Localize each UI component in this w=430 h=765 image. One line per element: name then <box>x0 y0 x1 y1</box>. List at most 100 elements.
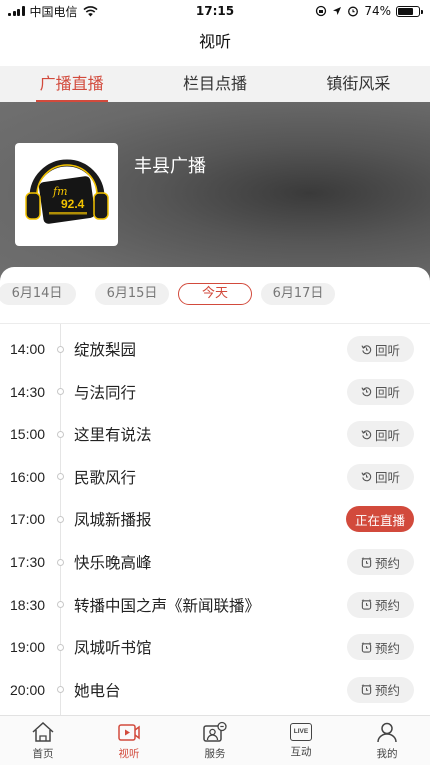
nav-label: 服务 <box>204 747 226 760</box>
battery-icon <box>396 5 423 17</box>
program-action-label: 回听 <box>374 342 400 358</box>
program-row[interactable]: 20:00 她电台 预约 <box>0 669 430 711</box>
program-action-label: 回听 <box>374 427 400 443</box>
date-pill-today[interactable]: 今天 <box>178 283 252 305</box>
date-pill[interactable]: 6月17日 <box>261 283 335 305</box>
replay-icon <box>361 430 372 439</box>
tab-town-features[interactable]: 镇街风采 <box>322 66 394 102</box>
program-action-label: 回听 <box>374 385 400 401</box>
cellular-signal-icon <box>8 6 25 16</box>
program-time: 17:30 <box>10 554 46 570</box>
nav-label: 视听 <box>118 747 140 760</box>
program-row[interactable]: 17:30 快乐晚高峰 预约 <box>0 541 430 583</box>
replay-button[interactable]: 回听 <box>347 378 414 405</box>
program-time: 14:00 <box>10 341 46 357</box>
timeline-dot <box>57 515 64 523</box>
reserve-button[interactable]: 预约 <box>347 549 414 575</box>
program-title: 这里有说法 <box>74 426 152 445</box>
location-arrow-icon <box>333 7 342 15</box>
status-bar-right: 74% <box>315 4 423 18</box>
logo-frequency-text: 92.4 <box>61 197 85 211</box>
nav-item-service[interactable]: 服务 <box>185 721 245 761</box>
program-row[interactable]: 19:00 凤城听书馆 预约 <box>0 626 430 668</box>
replay-button[interactable]: 回听 <box>347 421 414 448</box>
program-title: 民歌风行 <box>74 468 137 487</box>
nav-label: 我的 <box>376 747 398 760</box>
replay-icon <box>361 387 372 397</box>
video-play-icon <box>118 723 140 741</box>
tab-program-on-demand[interactable]: 栏目点播 <box>179 66 251 102</box>
program-action-label: 预约 <box>374 640 400 656</box>
replay-icon <box>361 472 372 482</box>
battery-level-fill <box>398 7 413 15</box>
nav-label: 首页 <box>32 747 54 760</box>
program-title: 绽放梨园 <box>74 341 137 359</box>
timeline-dot <box>57 473 64 481</box>
program-action-label: 预约 <box>374 598 400 614</box>
divider <box>0 323 430 324</box>
program-row[interactable]: 14:00 绽放梨园 回听 <box>0 328 430 370</box>
program-title: 与法同行 <box>74 383 137 402</box>
reserve-button[interactable]: 预约 <box>347 676 414 703</box>
timeline-dot <box>57 388 64 396</box>
reserve-button[interactable]: 预约 <box>347 634 414 661</box>
replay-icon <box>361 344 372 354</box>
replay-button[interactable]: 回听 <box>347 336 414 362</box>
tab-live-broadcast[interactable]: 广播直播 <box>35 66 108 102</box>
program-row[interactable]: 14:30 与法同行 回听 <box>0 371 430 413</box>
timeline-dot <box>57 686 64 694</box>
nav-item-mine[interactable]: 我的 <box>357 721 417 761</box>
nav-item-interact[interactable]: LIVE 互动 <box>271 722 331 759</box>
nav-item-media[interactable]: 视听 <box>99 721 159 761</box>
top-tabs: 广播直播 栏目点播 镇街风采 <box>0 66 430 102</box>
orientation-lock-icon <box>316 5 327 17</box>
timeline-dot <box>57 345 64 353</box>
station-logo[interactable]: fm 92.4 <box>15 143 118 246</box>
program-title: 她电台 <box>74 681 121 700</box>
status-bar: 中国电信 17:15 74% <box>0 0 430 22</box>
timeline-dot <box>57 558 64 566</box>
program-title: 转播中国之声《新闻联播》 <box>74 596 261 615</box>
station-name: 丰县广播 <box>134 156 206 177</box>
timeline-dot <box>57 430 64 438</box>
live-now-button[interactable]: 正在直播 <box>346 506 414 533</box>
program-row[interactable]: 16:00 民歌风行 回听 <box>0 456 430 498</box>
program-title: 凤城听书馆 <box>74 639 152 658</box>
bottom-nav: 首页 视听 服务 LIVE 互动 我的 <box>0 715 430 765</box>
date-pill[interactable]: 6月15日 <box>95 283 169 305</box>
program-time: 18:30 <box>10 596 46 613</box>
page-title: 视听 <box>198 32 231 51</box>
date-pill[interactable]: 6月14日 <box>0 283 76 305</box>
alarm-icon <box>348 6 359 17</box>
program-action-label: 预约 <box>374 555 400 571</box>
program-title: 快乐晚高峰 <box>74 554 152 572</box>
schedule-sheet: 6月14日 6月15日 今天 6月17日 14:00 绽放梨园 回听 14:30 与法同… <box>0 267 430 716</box>
program-time: 19:00 <box>10 639 46 656</box>
status-bar-left: 中国电信 <box>8 3 98 20</box>
program-time: 17:00 <box>10 511 46 528</box>
program-action-label: 预约 <box>374 683 400 699</box>
alarm-clock-icon <box>361 642 372 653</box>
date-selector: 6月14日 6月15日 今天 6月17日 <box>0 283 430 307</box>
program-row[interactable]: 18:30 转播中国之声《新闻联播》 预约 <box>0 584 430 626</box>
program-row[interactable]: 17:00 凤城新播报 正在直播 <box>0 498 430 540</box>
program-time: 16:00 <box>10 468 46 485</box>
program-row[interactable]: 15:00 这里有说法 回听 <box>0 413 430 455</box>
wifi-icon <box>82 5 98 16</box>
service-icon <box>203 721 227 742</box>
nav-item-home[interactable]: 首页 <box>13 721 73 761</box>
live-icon: LIVE <box>290 722 312 741</box>
home-icon <box>32 721 54 742</box>
program-title: 凤城新播报 <box>74 511 152 530</box>
nav-label: 互动 <box>290 745 312 758</box>
program-time: 20:00 <box>10 681 46 698</box>
alarm-clock-icon <box>361 684 372 695</box>
replay-button[interactable]: 回听 <box>347 463 414 490</box>
timeline-dot <box>57 601 64 609</box>
alarm-clock-icon <box>361 599 372 610</box>
program-action-label: 正在直播 <box>354 512 405 528</box>
station-hero: fm 92.4 丰县广播 <box>0 102 430 292</box>
reserve-button[interactable]: 预约 <box>347 591 414 618</box>
person-icon <box>377 722 397 742</box>
program-action-label: 回听 <box>374 470 400 486</box>
